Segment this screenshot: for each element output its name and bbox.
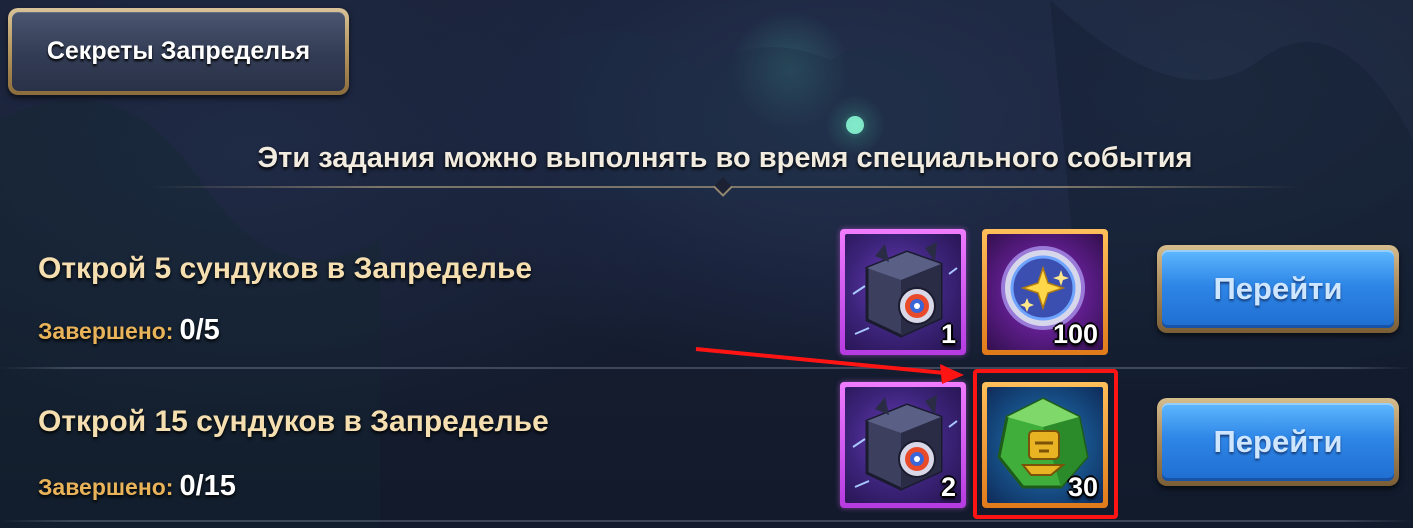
annotation-arrow-icon: [695, 347, 964, 384]
